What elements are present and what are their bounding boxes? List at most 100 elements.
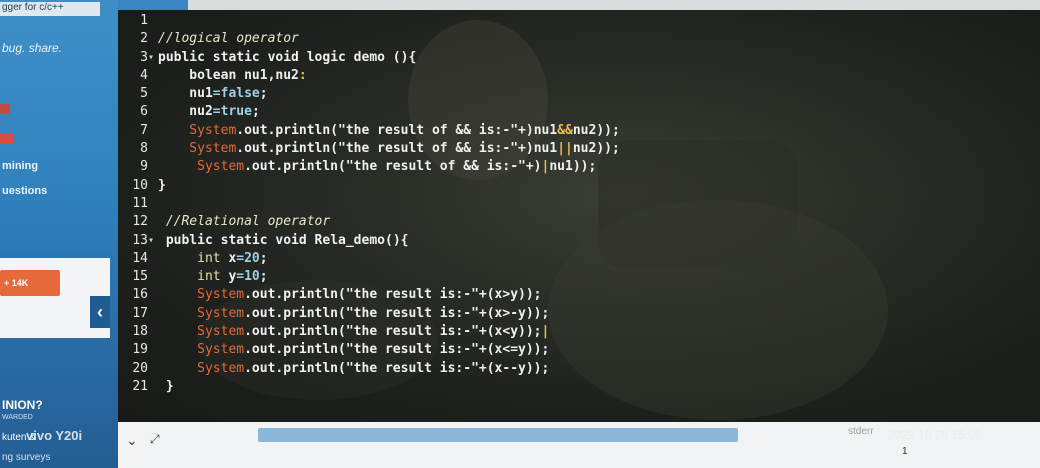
code-token: =20	[236, 250, 260, 266]
code-line[interactable]: 11	[118, 195, 1040, 213]
code-token: .out.println("the result of && is:-"+)nu…	[236, 141, 558, 157]
code-token: System	[158, 122, 237, 138]
code-text: System.out.println("the result is:-"+(x<…	[158, 341, 549, 359]
code-text: nu1=false;	[158, 85, 267, 103]
code-token: logic demo (){	[306, 49, 417, 65]
code-token: System	[158, 141, 237, 157]
code-token: nu1));	[549, 159, 597, 175]
code-token: System	[158, 159, 245, 175]
code-text: System.out.println("the result is:-"+(x>…	[158, 305, 549, 323]
code-line[interactable]: 14 int x=20;	[118, 250, 1040, 268]
camera-brand-watermark: vivo Y20i	[26, 428, 83, 443]
code-token: :	[298, 67, 307, 83]
line-number: 21	[132, 378, 148, 394]
code-line[interactable]: 4 bolean nu1,nu2:	[118, 67, 1040, 85]
code-editor[interactable]: 1 2//logical operator 3 ▾ public static void…	[118, 10, 1040, 422]
code-line[interactable]: 15 int y=10;	[118, 268, 1040, 286]
code-line[interactable]: 18 System.out.println("the result is:-"+…	[118, 323, 1040, 341]
sidebar-title[interactable]: gger for c/c++	[0, 2, 100, 16]
code-line[interactable]: 7 System.out.println("the result of && i…	[118, 122, 1040, 140]
code-token: public static void	[158, 49, 307, 65]
code-text: bolean nu1,nu2:	[158, 67, 307, 85]
line-number-indicator: 1	[902, 446, 908, 457]
code-content[interactable]: 1 2//logical operator 3 ▾ public static void…	[118, 12, 1040, 396]
line-number: 3	[140, 49, 148, 65]
editor-tab-bar	[118, 0, 1040, 10]
code-line[interactable]: 17 System.out.println("the result is:-"+…	[118, 305, 1040, 323]
surveys-link[interactable]: ng surveys	[2, 452, 50, 463]
code-token: nu2	[158, 104, 213, 120]
code-token: .out.println("the result is:-"+(x>-y));	[244, 305, 550, 321]
opinion-heading: INION?	[2, 398, 43, 412]
code-line[interactable]: 1	[118, 12, 1040, 30]
code-token: =false	[212, 86, 260, 102]
stderr-label: stderr	[848, 426, 874, 437]
sidebar-marker	[0, 104, 10, 114]
code-line[interactable]: 3 ▾ public static void logic demo (){	[118, 49, 1040, 67]
code-token: System	[158, 324, 245, 340]
code-token: .out.println("the result is:-"+(x>y));	[244, 287, 542, 303]
active-file-tab[interactable]	[118, 0, 188, 10]
code-token: &&	[557, 122, 573, 138]
code-text: System.out.println("the result is:-"+(x-…	[158, 360, 549, 378]
camera-timestamp-watermark: 2022.10.28 15:06	[888, 428, 982, 442]
code-line[interactable]: 20 System.out.println("the result is:-"+…	[118, 360, 1040, 378]
chevron-down-icon[interactable]: ⌄	[126, 432, 138, 449]
line-number: 16	[132, 287, 148, 303]
line-number: 18	[132, 324, 148, 340]
chevron-left-icon[interactable]: ‹	[90, 296, 110, 328]
code-line[interactable]: 16 System.out.println("the result is:-"+…	[118, 286, 1040, 304]
line-number: 19	[132, 342, 148, 358]
code-line[interactable]: 6 nu2=true;	[118, 103, 1040, 121]
code-token: nu2));	[572, 141, 620, 157]
code-token: Rela_demo(){	[314, 232, 409, 248]
code-token: public static void	[158, 232, 315, 248]
code-token: ||	[557, 141, 573, 157]
fold-toggle-icon[interactable]: ▾	[148, 232, 156, 250]
line-number: 20	[132, 360, 148, 376]
left-sidebar: gger for c/c++ bug. share. mining uestio…	[0, 0, 118, 468]
code-line[interactable]: 21 }	[118, 378, 1040, 396]
line-number: 4	[140, 67, 148, 83]
code-line[interactable]: 19 System.out.println("the result is:-"+…	[118, 341, 1040, 359]
code-token: System	[158, 342, 245, 358]
line-number: 12	[132, 214, 148, 230]
plus-badge[interactable]: + 14K	[0, 270, 60, 296]
expand-icon[interactable]: ⤢	[150, 432, 160, 447]
code-text: }	[158, 177, 166, 195]
line-number: 10	[132, 177, 148, 193]
code-line[interactable]: 13 ▾ public static void Rela_demo(){	[118, 232, 1040, 250]
line-number: 1	[140, 13, 148, 28]
code-token: //Relational operator	[158, 214, 331, 230]
code-line[interactable]: 5 nu1=false;	[118, 85, 1040, 103]
code-text: System.out.println("the result is:-"+(x>…	[158, 286, 542, 304]
line-number: 9	[140, 159, 148, 175]
fold-toggle-icon[interactable]: ▾	[148, 49, 156, 67]
code-token: .out.println("the result of && is:-"+)	[244, 159, 542, 175]
line-number: 17	[132, 305, 148, 321]
sidebar-item-mining[interactable]: mining	[2, 160, 38, 172]
console-input[interactable]	[258, 428, 738, 442]
code-line[interactable]: 12 //Relational operator	[118, 213, 1040, 231]
code-text: System.out.println("the result of && is:…	[158, 140, 620, 158]
code-line[interactable]: 9 System.out.println("the result of && i…	[118, 158, 1040, 176]
code-text: nu2=true;	[158, 103, 259, 121]
code-token: int	[158, 269, 229, 285]
line-number: 2	[140, 31, 148, 47]
line-number: 13	[132, 232, 148, 248]
code-line[interactable]: 10}	[118, 177, 1040, 195]
code-token: =true	[212, 104, 252, 120]
code-line[interactable]: 8 System.out.println("the result of && i…	[118, 140, 1040, 158]
sidebar-item-questions[interactable]: uestions	[2, 185, 47, 197]
code-token: ;	[259, 250, 268, 266]
code-line[interactable]: 2 //logical operator	[118, 30, 1040, 48]
line-number: 6	[140, 104, 148, 120]
code-token: .out.println("the result is:-"+(x--y));	[244, 360, 550, 376]
code-text: int x=20;	[158, 250, 268, 268]
line-number: 14	[132, 250, 148, 266]
code-token: }	[158, 177, 166, 193]
code-token: //logical operator	[158, 31, 299, 47]
code-token: System	[158, 360, 245, 376]
sidebar-tagline: bug. share.	[2, 41, 63, 55]
code-text: int y=10;	[158, 268, 267, 286]
